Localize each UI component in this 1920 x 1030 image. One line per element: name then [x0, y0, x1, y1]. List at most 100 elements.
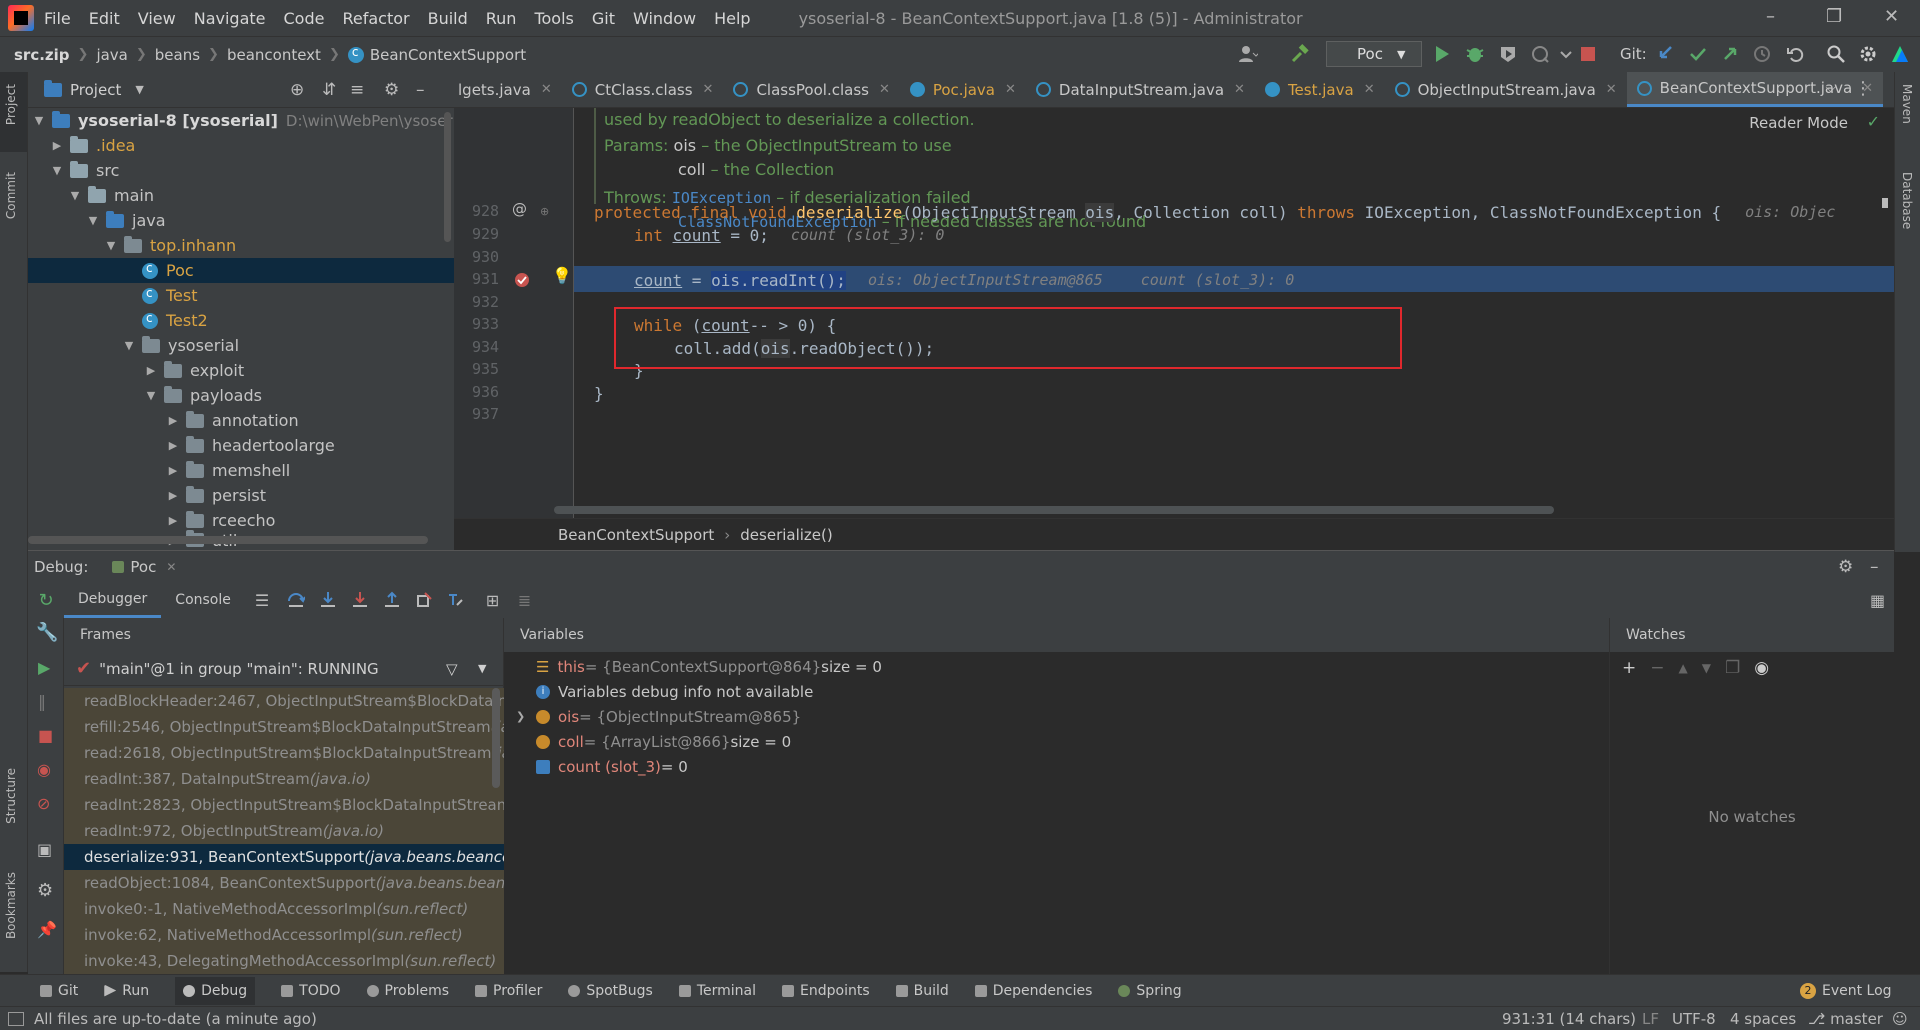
expand-arrow-icon[interactable]: ❯: [516, 710, 536, 723]
tool-endpoints[interactable]: Endpoints: [782, 983, 870, 999]
stack-frame[interactable]: readObject:1084, BeanContextSupport (jav…: [64, 870, 504, 896]
breadcrumb-beans[interactable]: beans: [155, 46, 200, 64]
rerun-icon[interactable]: ↻: [28, 590, 64, 611]
git-push-icon[interactable]: [1720, 44, 1740, 64]
minimize-icon[interactable]: –: [1766, 6, 1775, 27]
view-breakpoints-icon[interactable]: ◉: [37, 760, 51, 779]
eye-icon[interactable]: ◉: [1754, 658, 1769, 678]
close-window-icon[interactable]: ✕: [1884, 6, 1899, 27]
collapsed-arrow-icon[interactable]: ▶: [166, 464, 180, 477]
run-config-selector[interactable]: Poc ▼: [1326, 41, 1422, 67]
expanded-arrow-icon[interactable]: ▼: [68, 189, 82, 202]
step-over-icon[interactable]: [287, 591, 305, 609]
fold-marker-icon[interactable]: ⊕: [540, 205, 549, 218]
tab-debugger[interactable]: Debugger: [64, 582, 162, 618]
coverage-icon[interactable]: [1498, 44, 1518, 64]
tab-poc-java[interactable]: Poc.java ✕: [900, 72, 1026, 107]
thread-selector[interactable]: ✔ "main"@1 in group "main": RUNNING ▽ ▼: [64, 652, 504, 686]
copy-icon[interactable]: ❐: [1725, 658, 1740, 678]
layout-settings-icon[interactable]: ▦: [1870, 591, 1885, 610]
tree-item-main[interactable]: ▼ main: [68, 183, 154, 208]
settings-gear-icon[interactable]: [1858, 44, 1878, 64]
tab-gets-java[interactable]: lgets.java ✕: [454, 72, 562, 107]
close-tab-icon[interactable]: ✕: [166, 560, 176, 574]
tool-build[interactable]: Build: [895, 983, 949, 999]
tool-dependencies[interactable]: Dependencies: [974, 983, 1092, 999]
resume-icon[interactable]: ▶: [38, 658, 50, 677]
structure-tool-tab[interactable]: Structure: [4, 768, 18, 824]
show-execution-point-icon[interactable]: ☰: [255, 591, 273, 610]
inspection-ok-check-icon[interactable]: ✓: [1867, 112, 1880, 131]
menu-run[interactable]: Run: [486, 9, 517, 28]
stop-icon[interactable]: [1578, 44, 1598, 64]
tree-item-annotation[interactable]: ▶ annotation: [166, 408, 299, 433]
breadcrumb-java[interactable]: java: [96, 46, 127, 64]
menu-navigate[interactable]: Navigate: [194, 9, 266, 28]
breadcrumb-beancontextsupport[interactable]: BeanContextSupport: [370, 46, 526, 64]
tree-item-payloads[interactable]: ▼ payloads: [144, 383, 262, 408]
variable-ois[interactable]: ❯ ois = {ObjectInputStream@865}: [516, 704, 801, 729]
project-horizontal-scrollbar[interactable]: [28, 536, 428, 544]
commit-tool-tab[interactable]: Commit: [4, 172, 18, 219]
stack-frame[interactable]: readInt:972, ObjectInputStream (java.io): [64, 818, 504, 844]
stack-frame[interactable]: invoke:62, NativeMethodAccessorImpl (sun…: [64, 922, 504, 948]
git-branch-widget[interactable]: ⎇ master: [1808, 1010, 1883, 1028]
expanded-arrow-icon[interactable]: ▼: [32, 114, 46, 127]
tab-datainputstream[interactable]: DataInputStream.java ✕: [1026, 72, 1255, 107]
step-into-icon[interactable]: [319, 591, 337, 609]
filter-icon[interactable]: ▽: [446, 660, 458, 678]
trace-stream-icon[interactable]: ≣: [518, 591, 536, 610]
close-tab-icon[interactable]: ✕: [703, 82, 714, 97]
tree-item-top-inhann[interactable]: ▼ top.inhann: [104, 233, 236, 258]
tool-run[interactable]: Run: [104, 983, 149, 999]
step-out-icon[interactable]: [383, 591, 401, 609]
line-separator[interactable]: LF: [1642, 1010, 1659, 1028]
stack-frame[interactable]: invoke:43, DelegatingMethodAccessorImpl …: [64, 948, 504, 974]
expanded-arrow-icon[interactable]: ▼: [50, 164, 64, 177]
drop-frame-icon[interactable]: [415, 591, 433, 609]
tree-item-poc[interactable]: Poc: [28, 258, 454, 283]
stack-frame[interactable]: read:2618, ObjectInputStream$BlockDataIn…: [64, 740, 504, 766]
more-options-icon[interactable]: ⋮: [1854, 78, 1872, 99]
tab-console[interactable]: Console: [161, 582, 245, 618]
editor-horizontal-scrollbar[interactable]: [554, 506, 1554, 514]
menu-tools[interactable]: Tools: [534, 9, 573, 28]
add-watch-icon[interactable]: +: [1622, 658, 1636, 678]
close-tab-icon[interactable]: ✕: [1364, 82, 1375, 97]
collapsed-arrow-icon[interactable]: ▶: [166, 489, 180, 502]
locate-target-icon[interactable]: ⊕: [290, 80, 304, 100]
mute-breakpoints-icon[interactable]: ⊘: [37, 794, 50, 813]
project-tool-tab[interactable]: Project: [4, 84, 18, 125]
tool-git[interactable]: Git: [40, 983, 78, 999]
tree-item-java[interactable]: ▼ java: [86, 208, 166, 233]
move-down-icon[interactable]: ▼: [1702, 661, 1711, 675]
stack-frame[interactable]: readInt:387, DataInputStream (java.io): [64, 766, 504, 792]
menu-build[interactable]: Build: [428, 9, 468, 28]
stack-frame[interactable]: readInt:2823, ObjectInputStream$BlockDat…: [64, 792, 504, 818]
tool-spring[interactable]: Spring: [1118, 983, 1182, 999]
settings-gear-icon[interactable]: ⚙: [37, 880, 53, 901]
tree-item-idea[interactable]: ▶ .idea: [50, 133, 135, 158]
stack-frame[interactable]: readBlockHeader:2467, ObjectInputStream$…: [64, 688, 504, 714]
tab-beancontextsupport[interactable]: BeanContextSupport.java ✕: [1626, 72, 1884, 107]
maven-tool-tab[interactable]: Maven: [1900, 84, 1914, 124]
collapsed-arrow-icon[interactable]: ▶: [166, 414, 180, 427]
tree-item-memshell[interactable]: ▶ memshell: [166, 458, 290, 483]
chevron-down-icon[interactable]: [1556, 44, 1576, 64]
tree-item-exploit[interactable]: ▶ exploit: [144, 358, 244, 383]
menu-window[interactable]: Window: [633, 9, 696, 28]
event-log[interactable]: 2 Event Log: [1800, 982, 1892, 999]
variable-count[interactable]: count (slot_3) = 0: [536, 754, 688, 779]
jetbrains-toolbox-icon[interactable]: [1890, 44, 1910, 64]
camera-icon[interactable]: ▣: [37, 840, 52, 859]
expanded-arrow-icon[interactable]: ▼: [122, 339, 136, 352]
tree-item-ysoserial-8[interactable]: ▼ ysoserial-8 [ysoserial] D:\win\WebPen\…: [32, 108, 485, 133]
stop-icon[interactable]: ■: [38, 726, 53, 745]
collapsed-arrow-icon[interactable]: ▶: [166, 514, 180, 527]
search-icon[interactable]: [1826, 44, 1846, 64]
run-icon[interactable]: [1432, 44, 1452, 64]
settings-gear-icon[interactable]: ⚙: [384, 80, 399, 100]
close-tab-icon[interactable]: ✕: [541, 82, 552, 97]
tool-todo[interactable]: TODO: [281, 983, 341, 999]
menu-file[interactable]: File: [44, 9, 71, 28]
